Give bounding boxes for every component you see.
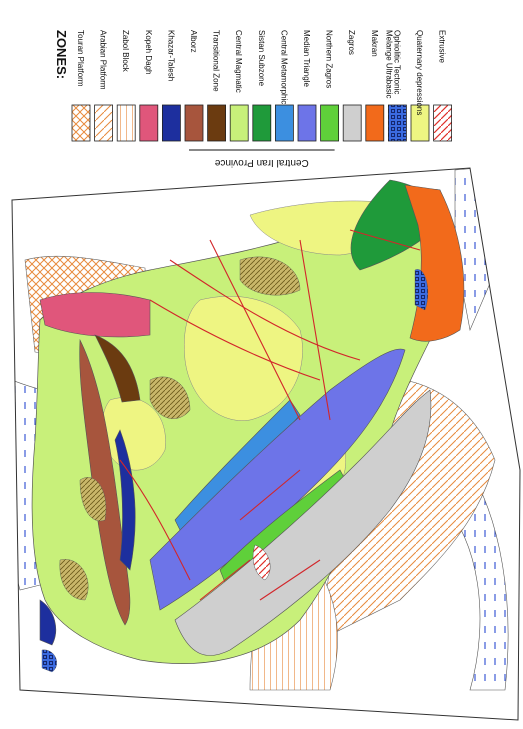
- geologic-zone-map: ZONES: Touran Platform Arabian Platform Zab…: [11, 30, 521, 721]
- legend-label: Quaternary depressions: [415, 30, 424, 115]
- legend-swatch: [71, 104, 91, 142]
- legend-swatch: [139, 104, 159, 142]
- legend-swatch: [433, 104, 453, 142]
- legend-label: Sistan Subzone: [257, 30, 266, 87]
- legend-swatch: [94, 104, 113, 142]
- legend-label: Makran: [370, 30, 379, 57]
- legend-swatch: [229, 104, 249, 142]
- legend-label: Khazar-Talesh: [166, 30, 175, 81]
- map-area: [12, 168, 520, 720]
- legend-label: Zagros: [347, 30, 356, 55]
- legend-label: Median Triangle: [302, 30, 311, 87]
- legend-swatch: [297, 104, 317, 142]
- legend-swatch: [252, 104, 272, 142]
- legend-label: Transitional Zone: [212, 30, 221, 92]
- legend-swatch: [342, 104, 362, 142]
- legend-label: Central Metamorphic: [279, 30, 288, 104]
- legend-swatch: [116, 104, 136, 142]
- legend-label: Kopeh Dagh: [144, 30, 153, 74]
- legend-swatch: [184, 104, 204, 142]
- legend: ZONES: Touran Platform Arabian Platform Zab…: [54, 30, 453, 168]
- legend-label: Ophiolitic TectonicMelange Ultrabasic: [384, 30, 401, 98]
- legend-label: Arabian Platform: [99, 30, 108, 90]
- legend-swatch: [320, 104, 340, 142]
- legend-title: ZONES:: [54, 30, 69, 79]
- legend-swatch: [365, 104, 385, 142]
- legend-swatch: [274, 104, 294, 142]
- legend-label: Touran Platform: [76, 30, 85, 87]
- province-label: Central Iran Province: [214, 157, 308, 168]
- legend-swatch: [207, 104, 227, 142]
- legend-swatch: [387, 104, 407, 142]
- legend-label: Extrusive: [438, 30, 447, 63]
- legend-label: Northern Zagros: [325, 30, 334, 88]
- legend-label: Zabol Block: [121, 30, 130, 73]
- legend-label: Alborz: [189, 30, 198, 53]
- legend-label: Central Magmatic: [234, 30, 243, 93]
- legend-swatch: [161, 104, 181, 142]
